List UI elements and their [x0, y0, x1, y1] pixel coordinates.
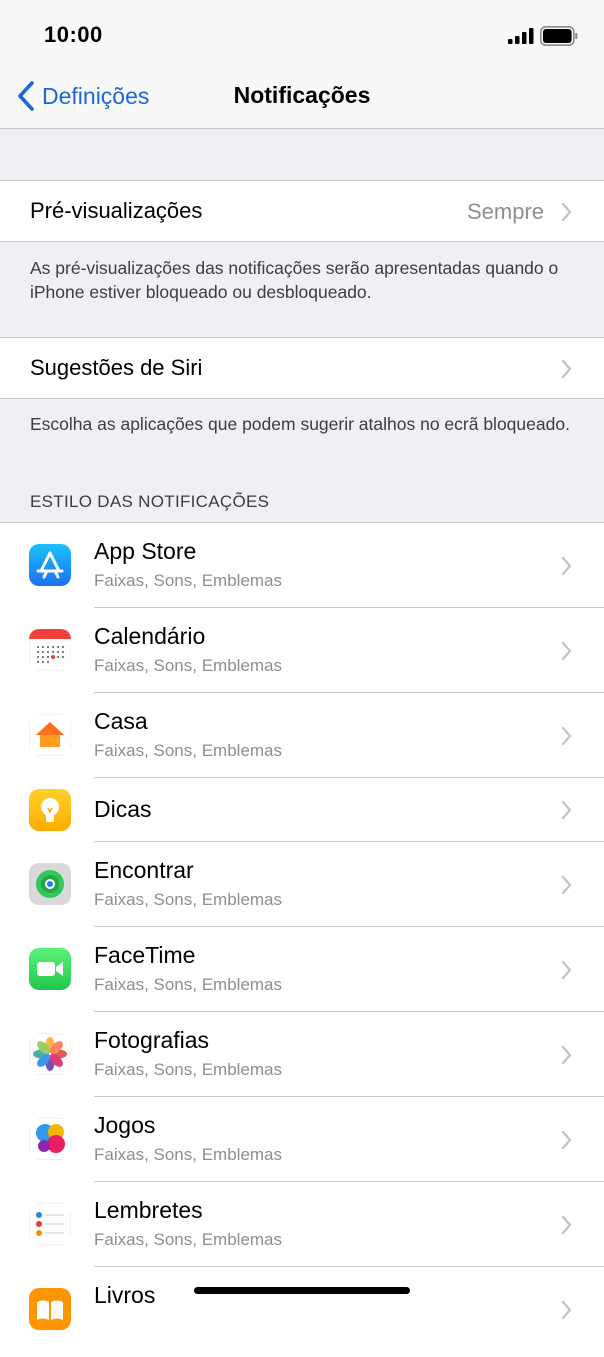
app-subtitle: Faixas, Sons, Emblemas	[94, 975, 283, 994]
photos-icon	[29, 1033, 71, 1075]
app-row-books[interactable]: Livros	[0, 1267, 604, 1357]
home-icon	[29, 714, 71, 756]
chevron-right-icon	[561, 1215, 572, 1235]
app-subtitle: Faixas, Sons, Emblemas	[94, 1060, 283, 1079]
game-center-icon	[29, 1118, 71, 1160]
previews-cell[interactable]: Pré-visualizações Sempre	[0, 180, 604, 242]
app-row-tips[interactable]: Dicas	[0, 778, 604, 842]
chevron-right-icon	[561, 641, 572, 661]
chevron-right-icon	[561, 726, 572, 746]
app-name: FaceTime	[94, 942, 196, 968]
find-my-icon	[29, 863, 71, 905]
status-bar: 10:00	[0, 0, 604, 64]
status-time: 10:00	[44, 22, 103, 47]
app-subtitle: Faixas, Sons, Emblemas	[94, 571, 283, 590]
app-row-photos[interactable]: Fotografias Faixas, Sons, Emblemas	[0, 1012, 604, 1097]
reminders-icon	[29, 1203, 71, 1245]
previews-label: Pré-visualizações	[30, 198, 203, 223]
section-header-notification-style: ESTILO DAS NOTIFICAÇÕES	[30, 492, 270, 511]
app-name: App Store	[94, 538, 197, 564]
chevron-right-icon	[561, 202, 572, 222]
chevron-right-icon	[561, 960, 572, 980]
app-list: App Store Faixas, Sons, Emblemas Calendá…	[0, 522, 604, 1357]
chevron-right-icon	[561, 875, 572, 895]
app-name: Calendário	[94, 623, 206, 649]
app-row-find-my[interactable]: Encontrar Faixas, Sons, Emblemas	[0, 842, 604, 927]
app-name: Fotografias	[94, 1027, 210, 1053]
siri-label: Sugestões de Siri	[30, 355, 203, 380]
chevron-right-icon	[561, 1130, 572, 1150]
chevron-right-icon	[561, 1300, 572, 1320]
tips-icon	[29, 789, 71, 831]
app-name: Jogos	[94, 1112, 156, 1138]
app-row-home[interactable]: Casa Faixas, Sons, Emblemas	[0, 693, 604, 778]
app-subtitle: Faixas, Sons, Emblemas	[94, 741, 283, 760]
previews-footer: As pré-visualizações das notificações se…	[30, 258, 559, 302]
siri-footer: Escolha as aplicações que podem sugerir …	[30, 414, 570, 434]
navigation-bar: Definições Notificações	[0, 64, 604, 129]
app-name: Livros	[94, 1282, 156, 1308]
battery-icon	[540, 26, 578, 46]
app-subtitle: Faixas, Sons, Emblemas	[94, 656, 283, 675]
app-row-facetime[interactable]: FaceTime Faixas, Sons, Emblemas	[0, 927, 604, 1012]
app-row-app-store[interactable]: App Store Faixas, Sons, Emblemas	[0, 523, 604, 608]
app-name: Dicas	[94, 796, 152, 822]
app-subtitle: Faixas, Sons, Emblemas	[94, 1230, 283, 1249]
app-name: Encontrar	[94, 857, 194, 883]
chevron-right-icon	[561, 556, 572, 576]
home-indicator[interactable]	[194, 1287, 410, 1294]
app-name: Lembretes	[94, 1197, 203, 1223]
chevron-right-icon	[561, 1045, 572, 1065]
app-row-game-center[interactable]: Jogos Faixas, Sons, Emblemas	[0, 1097, 604, 1182]
app-row-reminders[interactable]: Lembretes Faixas, Sons, Emblemas	[0, 1182, 604, 1267]
previews-value: Sempre	[466, 199, 544, 224]
books-icon	[29, 1288, 71, 1330]
app-subtitle: Faixas, Sons, Emblemas	[94, 1145, 283, 1164]
app-row-calendar[interactable]: Calendário Faixas, Sons, Emblemas	[0, 608, 604, 693]
app-store-icon	[29, 544, 71, 586]
chevron-right-icon	[561, 800, 572, 820]
app-name: Casa	[94, 708, 148, 734]
facetime-icon	[29, 948, 71, 990]
page-title: Notificações	[233, 82, 371, 108]
cellular-signal-icon	[508, 28, 534, 44]
calendar-icon	[29, 629, 71, 671]
siri-suggestions-cell[interactable]: Sugestões de Siri	[0, 337, 604, 399]
chevron-right-icon	[561, 359, 572, 379]
app-subtitle: Faixas, Sons, Emblemas	[94, 890, 283, 909]
